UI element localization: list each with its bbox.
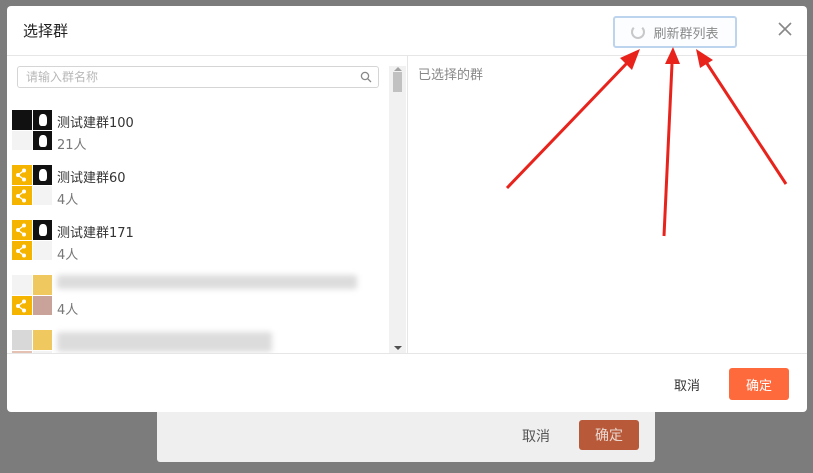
group-avatar bbox=[12, 220, 52, 260]
group-list-panel: 测试建群100 21人 测试建群60 4人 bbox=[7, 56, 407, 353]
selected-groups-title: 已选择的群 bbox=[418, 68, 484, 83]
scroll-thumb[interactable] bbox=[393, 72, 402, 92]
share-icon bbox=[12, 240, 32, 260]
search-icon[interactable] bbox=[360, 68, 372, 87]
group-item[interactable]: 测试建群60 4人 bbox=[12, 163, 382, 208]
share-icon bbox=[12, 185, 32, 205]
background-cancel-button: 取消 bbox=[522, 429, 550, 445]
group-member-count: 4人 bbox=[57, 193, 79, 208]
footer-divider bbox=[7, 353, 807, 354]
group-item[interactable]: 测试建群100 21人 bbox=[12, 108, 382, 153]
modal-title: 选择群 bbox=[23, 22, 69, 40]
search-input[interactable] bbox=[24, 69, 360, 85]
close-icon[interactable] bbox=[775, 19, 795, 39]
group-avatar bbox=[12, 165, 52, 205]
scroll-down-icon[interactable] bbox=[394, 346, 402, 350]
share-icon bbox=[12, 295, 32, 315]
group-item[interactable]: 测试建群171 4人 bbox=[12, 218, 382, 263]
group-name: 测试建群171 bbox=[57, 226, 134, 241]
group-item[interactable]: 4人 bbox=[12, 273, 382, 318]
group-item[interactable] bbox=[12, 328, 382, 353]
group-list: 测试建群100 21人 测试建群60 4人 测试建群171 4人 4人 bbox=[7, 100, 389, 353]
loading-spinner-icon bbox=[631, 25, 646, 39]
blurred-group-name bbox=[57, 275, 357, 289]
panel-divider bbox=[407, 56, 408, 353]
group-avatar bbox=[12, 110, 52, 150]
cancel-button[interactable]: 取消 bbox=[657, 368, 717, 400]
share-icon bbox=[12, 220, 32, 240]
group-avatar bbox=[12, 275, 52, 315]
select-group-modal: 选择群 刷新群列表 测试建群100 21人 bbox=[7, 6, 807, 412]
list-scrollbar[interactable] bbox=[389, 66, 406, 353]
scroll-up-icon[interactable] bbox=[394, 67, 402, 71]
share-icon bbox=[12, 165, 32, 185]
blurred-group-name bbox=[57, 332, 272, 352]
search-box bbox=[17, 66, 379, 88]
group-member-count: 21人 bbox=[57, 138, 87, 153]
group-name: 测试建群100 bbox=[57, 116, 134, 131]
refresh-group-list-button[interactable]: 刷新群列表 bbox=[613, 16, 737, 48]
group-member-count: 4人 bbox=[57, 248, 79, 263]
group-name: 测试建群60 bbox=[57, 171, 126, 186]
confirm-button[interactable]: 确定 bbox=[729, 368, 789, 400]
refresh-label: 刷新群列表 bbox=[653, 26, 719, 42]
group-avatar bbox=[12, 330, 52, 353]
group-member-count: 4人 bbox=[57, 303, 79, 318]
background-confirm-button: 确定 bbox=[579, 420, 639, 450]
